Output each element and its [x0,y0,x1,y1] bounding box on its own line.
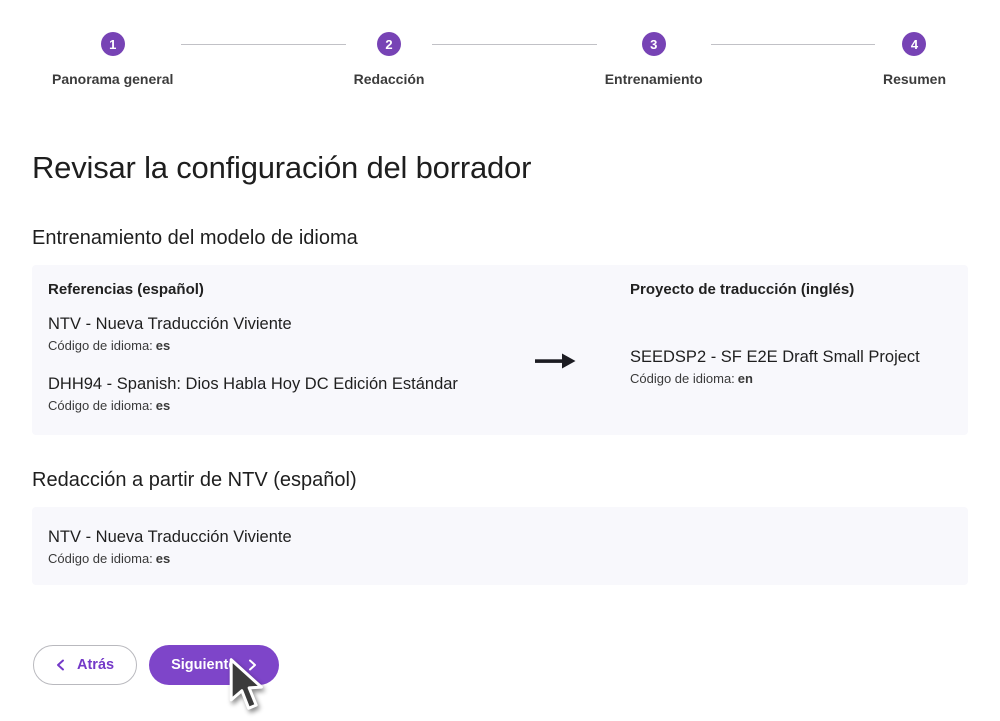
code-label: Código de idioma: [48,398,153,413]
page-title: Revisar la configuración del borrador [32,150,968,186]
step-3-circle: 3 [642,32,666,56]
next-button-label: Siguiente [171,657,236,673]
step-resumen[interactable]: 4 Resumen [883,32,946,87]
drafting-source-item: NTV - Nueva Traducción Viviente Código d… [48,527,952,567]
reference-item: DHH94 - Spanish: Dios Habla Hoy DC Edici… [48,374,534,414]
code-label: Código de idioma: [630,371,735,386]
chevron-left-icon [56,659,65,671]
code-value: es [153,551,170,566]
drafting-source-language-code: Código de idioma:es [48,551,952,567]
project-header: Proyecto de traducción (inglés) [630,281,952,299]
wizard-footer: Atrás Siguiente [33,645,968,685]
next-button[interactable]: Siguiente [149,645,279,685]
references-header: Referencias (español) [48,281,534,299]
step-connector-line [181,44,345,45]
chevron-right-icon [248,659,257,671]
code-label: Código de idioma: [48,551,153,566]
step-connector-line [432,44,596,45]
step-1-label: Panorama general [52,71,173,87]
drafting-section-heading: Redacción a partir de NTV (español) [32,469,968,492]
code-label: Código de idioma: [48,338,153,353]
step-panorama-general[interactable]: 1 Panorama general [52,32,173,87]
wizard-stepper: 1 Panorama general 2 Redacción 3 Entrena… [0,0,1000,87]
training-config-panel: Referencias (español) NTV - Nueva Traduc… [32,265,968,435]
step-4-label: Resumen [883,71,946,87]
project-column: Proyecto de traducción (inglés) SEEDSP2 … [630,279,952,417]
reference-title: DHH94 - Spanish: Dios Habla Hoy DC Edici… [48,374,534,395]
step-redaccion[interactable]: 2 Redacción [354,32,425,87]
reference-item: NTV - Nueva Traducción Viviente Código d… [48,314,534,354]
code-value: es [153,398,170,413]
step-4-circle: 4 [902,32,926,56]
step-2-circle: 2 [377,32,401,56]
code-value: en [735,371,753,386]
drafting-source-title: NTV - Nueva Traducción Viviente [48,527,952,548]
code-value: es [153,338,170,353]
project-item: SEEDSP2 - SF E2E Draft Small Project Cód… [630,347,952,387]
step-2-label: Redacción [354,71,425,87]
training-section-heading: Entrenamiento del modelo de idioma [32,227,968,250]
step-1-circle: 1 [101,32,125,56]
back-button-label: Atrás [77,657,114,673]
reference-language-code: Código de idioma:es [48,398,534,414]
back-button[interactable]: Atrás [33,645,137,685]
reference-title: NTV - Nueva Traducción Viviente [48,314,534,335]
reference-language-code: Código de idioma:es [48,338,534,354]
project-language-code: Código de idioma:en [630,371,952,387]
step-3-label: Entrenamiento [605,71,703,87]
arrow-right-icon [534,353,576,369]
references-column: Referencias (español) NTV - Nueva Traduc… [48,279,534,417]
drafting-source-panel: NTV - Nueva Traducción Viviente Código d… [32,507,968,585]
project-title: SEEDSP2 - SF E2E Draft Small Project [630,347,952,368]
training-direction [534,279,576,417]
step-connector-line [711,44,875,45]
step-entrenamiento[interactable]: 3 Entrenamiento [605,32,703,87]
